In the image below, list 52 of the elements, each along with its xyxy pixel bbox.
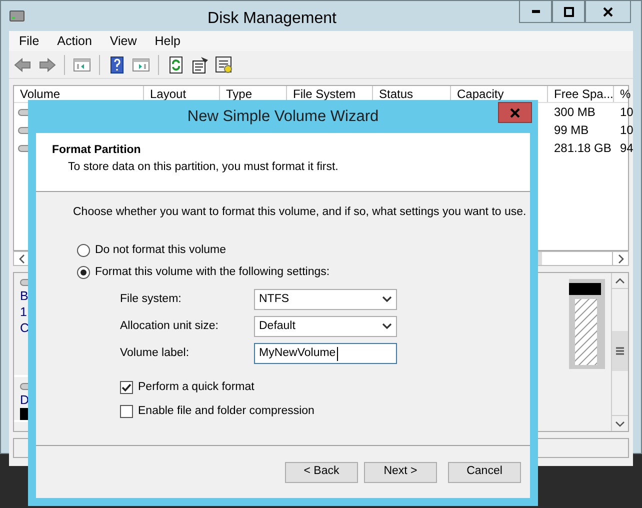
section-subtitle: To store data on this partition, you must format it first.	[67, 160, 340, 176]
option-label[interactable]: Format this volume with the following settings:	[95, 264, 330, 281]
table-cell-text: 281.18 GB	[553, 140, 612, 157]
close-button[interactable]	[585, 1, 631, 23]
checkbox-label[interactable]: Enable file and folder compression	[138, 402, 314, 420]
field-label: File system:	[120, 292, 182, 308]
table-cell-text: 94	[619, 140, 634, 157]
table-cell-text: 10	[619, 122, 634, 139]
dropdown[interactable]: NTFS	[254, 289, 397, 310]
column-header[interactable]: Free Spa...	[548, 86, 614, 102]
close-icon[interactable]	[603, 6, 613, 16]
vertical-scrollbar[interactable]	[611, 273, 628, 431]
section-title: Format Partition	[52, 143, 142, 158]
disk-label: 1	[20, 304, 28, 320]
checkbox[interactable]	[120, 404, 133, 418]
menu-item[interactable]: Help	[144, 32, 188, 50]
option-label[interactable]: Do not format this volume	[95, 242, 226, 259]
scroll-left-icon[interactable]	[18, 254, 26, 264]
minimize-button[interactable]	[519, 1, 552, 23]
dialog-title: New Simple Volume Wizard	[186, 106, 380, 127]
radio-button[interactable]	[77, 266, 90, 279]
table-cell-text: 10	[619, 104, 634, 121]
drive-icon	[9, 8, 25, 24]
dialog-button[interactable]: Next >	[364, 462, 437, 482]
grip-icon	[616, 347, 624, 355]
disk-label: B	[20, 288, 30, 304]
scroll-down-icon[interactable]	[615, 420, 625, 428]
disk-label: C	[20, 320, 30, 336]
minimize-icon[interactable]	[532, 10, 540, 13]
scroll-right-icon[interactable]	[616, 254, 624, 264]
checkbox[interactable]	[120, 380, 133, 394]
properties-icon[interactable]	[190, 54, 210, 74]
radio-button[interactable]	[77, 244, 90, 257]
field-label: Allocation unit size:	[120, 319, 220, 334]
table-cell-text: 300 MB	[553, 104, 596, 121]
instruction-text: Choose whether you want to format this volume, and if so, what settings you want to use.	[73, 205, 528, 220]
menu-item[interactable]: Action	[47, 32, 100, 50]
settings-icon[interactable]	[214, 54, 234, 74]
dialog-button[interactable]: Cancel	[448, 462, 521, 482]
table-cell-text: 99 MB	[553, 122, 590, 139]
menu-item[interactable]: File	[9, 32, 48, 50]
column-header[interactable]: %	[614, 86, 642, 102]
scroll-up-icon[interactable]	[615, 276, 625, 284]
dialog-button[interactable]: < Back	[285, 462, 358, 482]
menu-item[interactable]: View	[100, 32, 145, 50]
checkbox-label[interactable]: Perform a quick format	[138, 378, 254, 396]
field-label: Volume label:	[120, 346, 190, 362]
maximize-icon[interactable]	[564, 6, 574, 16]
dropdown[interactable]: Default	[254, 316, 397, 338]
window-title: Disk Management	[206, 9, 338, 29]
text-field[interactable]: MyNewVolume	[254, 343, 397, 364]
maximize-button[interactable]	[552, 1, 585, 23]
